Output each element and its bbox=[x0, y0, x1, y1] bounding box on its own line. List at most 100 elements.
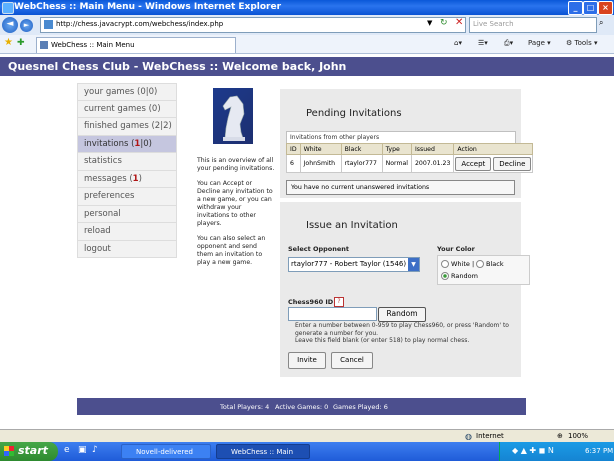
sidebar: your games (0|0) current games (0) finis… bbox=[77, 83, 179, 258]
radio-black[interactable] bbox=[476, 260, 484, 268]
taskbar-item-label: WebChess :: Main Me... bbox=[231, 448, 294, 471]
sidebar-item-label: preferences bbox=[84, 191, 135, 201]
accept-button[interactable]: Accept bbox=[455, 156, 492, 171]
no-outgoing-invitations: You have no current unanswered invitatio… bbox=[286, 180, 515, 195]
add-favorite-icon[interactable]: ✚ bbox=[17, 38, 25, 48]
sidebar-item-current-games[interactable]: current games (0) bbox=[77, 100, 177, 118]
decline-button[interactable]: Decline bbox=[493, 156, 532, 171]
chevron-down-icon: ▼ bbox=[408, 258, 419, 271]
invite-button[interactable]: Invite bbox=[288, 352, 326, 369]
quicklaunch-desktop-icon[interactable]: ▣ bbox=[78, 445, 87, 455]
taskbar-item-webchess[interactable]: WebChess :: Main Me... bbox=[216, 444, 310, 471]
address-dropdown-icon[interactable]: ▼ bbox=[427, 19, 432, 27]
cell-white: JohnSmith bbox=[299, 154, 342, 173]
maximize-button[interactable]: □ bbox=[583, 1, 598, 15]
col-black: Black bbox=[340, 143, 383, 155]
info-paragraph: You can also select an opponent and send… bbox=[197, 235, 266, 266]
taskbar-item-novell[interactable]: Novell-delivered Appli... bbox=[121, 444, 211, 471]
color-random-option[interactable]: Random bbox=[441, 272, 478, 280]
quicklaunch-media-icon[interactable]: ♪ bbox=[92, 445, 98, 455]
sidebar-item-logout[interactable]: logout bbox=[77, 240, 177, 258]
sidebar-item-messages[interactable]: messages (1) bbox=[77, 170, 177, 188]
back-button[interactable]: ◄ bbox=[2, 17, 18, 33]
forward-button[interactable]: ► bbox=[20, 19, 33, 32]
sidebar-item-reload[interactable]: reload bbox=[77, 223, 177, 241]
radio-white[interactable] bbox=[441, 260, 449, 268]
random-button[interactable]: Random bbox=[378, 307, 426, 322]
search-input[interactable]: Live Search bbox=[469, 17, 597, 33]
sidebar-item-label: statistics bbox=[84, 156, 122, 166]
quicklaunch-ie-icon[interactable]: e bbox=[64, 445, 70, 455]
tools-menu-label: Tools bbox=[574, 39, 592, 47]
start-button[interactable]: start bbox=[0, 442, 58, 461]
page-menu[interactable]: Page ▾ bbox=[528, 39, 551, 47]
home-icon[interactable]: ⌂▾ bbox=[454, 39, 462, 47]
favorites-star-icon[interactable]: ★ bbox=[4, 37, 13, 48]
active-games: Active Games: 0 bbox=[275, 403, 329, 411]
chess960-help-line: Enter a number between 0-959 to play Che… bbox=[295, 322, 509, 337]
clock: 6:37 PM bbox=[585, 447, 614, 455]
page-header: Quesnel Chess Club - WebChess :: Welcome… bbox=[0, 57, 614, 76]
chess960-label: Chess960 ID bbox=[288, 298, 334, 306]
sidebar-item-label: reload bbox=[84, 226, 111, 236]
knight-icon bbox=[222, 95, 245, 141]
tab-row: ★ ✚ WebChess :: Main Menu ⌂▾ ☰▾ ⎙▾ Page … bbox=[0, 35, 614, 54]
stop-icon[interactable]: ✕ bbox=[455, 17, 463, 28]
sidebar-item-label: current games (0) bbox=[84, 103, 161, 114]
opponent-selected-value: rtaylor777 - Robert Taylor (1546) bbox=[291, 260, 407, 268]
chess-knight-image bbox=[213, 88, 253, 144]
refresh-icon[interactable]: ↻ bbox=[440, 18, 448, 28]
help-icon[interactable]: ? bbox=[334, 297, 344, 307]
feeds-icon[interactable]: ☰▾ bbox=[478, 39, 488, 47]
print-icon[interactable]: ⎙▾ bbox=[504, 39, 513, 48]
info-text: This is an overview of all your pending … bbox=[197, 157, 275, 274]
close-window-button[interactable]: × bbox=[598, 1, 613, 15]
windows-logo-icon bbox=[4, 446, 14, 456]
cell-issued: 2007.01.23 bbox=[410, 154, 455, 173]
radio-random[interactable] bbox=[441, 272, 449, 280]
col-white: White bbox=[299, 143, 342, 155]
cancel-button[interactable]: Cancel bbox=[331, 352, 373, 369]
chess960-id-input[interactable] bbox=[288, 307, 377, 321]
tab-webchess[interactable]: WebChess :: Main Menu bbox=[36, 37, 236, 53]
tray-icons[interactable]: ◆ ▲ ✚ ◼ N bbox=[512, 446, 554, 455]
minimize-button[interactable]: _ bbox=[568, 1, 583, 15]
sidebar-item-finished-games[interactable]: finished games (2|2) bbox=[77, 118, 177, 136]
color-random-label: Random bbox=[451, 272, 478, 280]
tools-menu[interactable]: ⚙ Tools ▾ bbox=[566, 39, 598, 47]
sidebar-item-label: messages ( bbox=[84, 173, 133, 184]
total-players: Total Players: 4 bbox=[220, 403, 270, 411]
zoom-icon: ⊕ bbox=[557, 432, 563, 440]
taskbar: start e ▣ ♪ Novell-delivered Appli... We… bbox=[0, 442, 614, 471]
col-id: ID bbox=[286, 143, 301, 155]
select-opponent-label: Select Opponent bbox=[288, 245, 350, 253]
sidebar-item-label: personal bbox=[84, 208, 121, 219]
games-played: Games Played: 6 bbox=[333, 403, 388, 411]
sidebar-item-your-games[interactable]: your games (0|0) bbox=[77, 83, 177, 101]
tab-page-icon bbox=[40, 41, 48, 49]
no-outgoing-text: You have no current unanswered invitatio… bbox=[291, 184, 430, 191]
sidebar-item-personal[interactable]: personal bbox=[77, 205, 177, 223]
url-text: http://chess.javacrypt.com/webchess/inde… bbox=[56, 20, 224, 28]
address-bar[interactable]: http://chess.javacrypt.com/webchess/inde… bbox=[40, 17, 466, 33]
cell-id: 6 bbox=[286, 154, 301, 173]
sidebar-item-label: finished games (2|2) bbox=[84, 121, 172, 131]
window-titlebar: WebChess :: Main Menu - Windows Internet… bbox=[0, 0, 614, 15]
cell-action: Accept Decline bbox=[453, 154, 534, 173]
opponent-select[interactable]: rtaylor777 - Robert Taylor (1546) ▼ bbox=[288, 257, 420, 272]
sidebar-item-label: your games (0|0) bbox=[84, 87, 158, 97]
info-paragraph: You can Accept or Decline any invitation… bbox=[197, 180, 273, 227]
col-type: Type bbox=[381, 143, 412, 155]
color-black-option[interactable]: Black bbox=[476, 260, 504, 268]
sidebar-item-invitations[interactable]: invitations (1|0) bbox=[77, 135, 177, 153]
color-black-label: Black bbox=[486, 260, 504, 268]
color-white-option[interactable]: White | bbox=[441, 260, 474, 268]
page-menu-label: Page bbox=[528, 39, 545, 47]
tab-label: WebChess :: Main Menu bbox=[51, 41, 135, 49]
zoom-level[interactable]: 100% bbox=[568, 432, 588, 440]
page-title: Quesnel Chess Club - WebChess :: Welcome… bbox=[8, 60, 347, 73]
sidebar-item-preferences[interactable]: preferences bbox=[77, 188, 177, 206]
sidebar-item-statistics[interactable]: statistics bbox=[77, 153, 177, 171]
search-icon[interactable]: ⌕ bbox=[599, 18, 603, 28]
invitations-caption-text: Invitations from other players bbox=[290, 134, 380, 141]
